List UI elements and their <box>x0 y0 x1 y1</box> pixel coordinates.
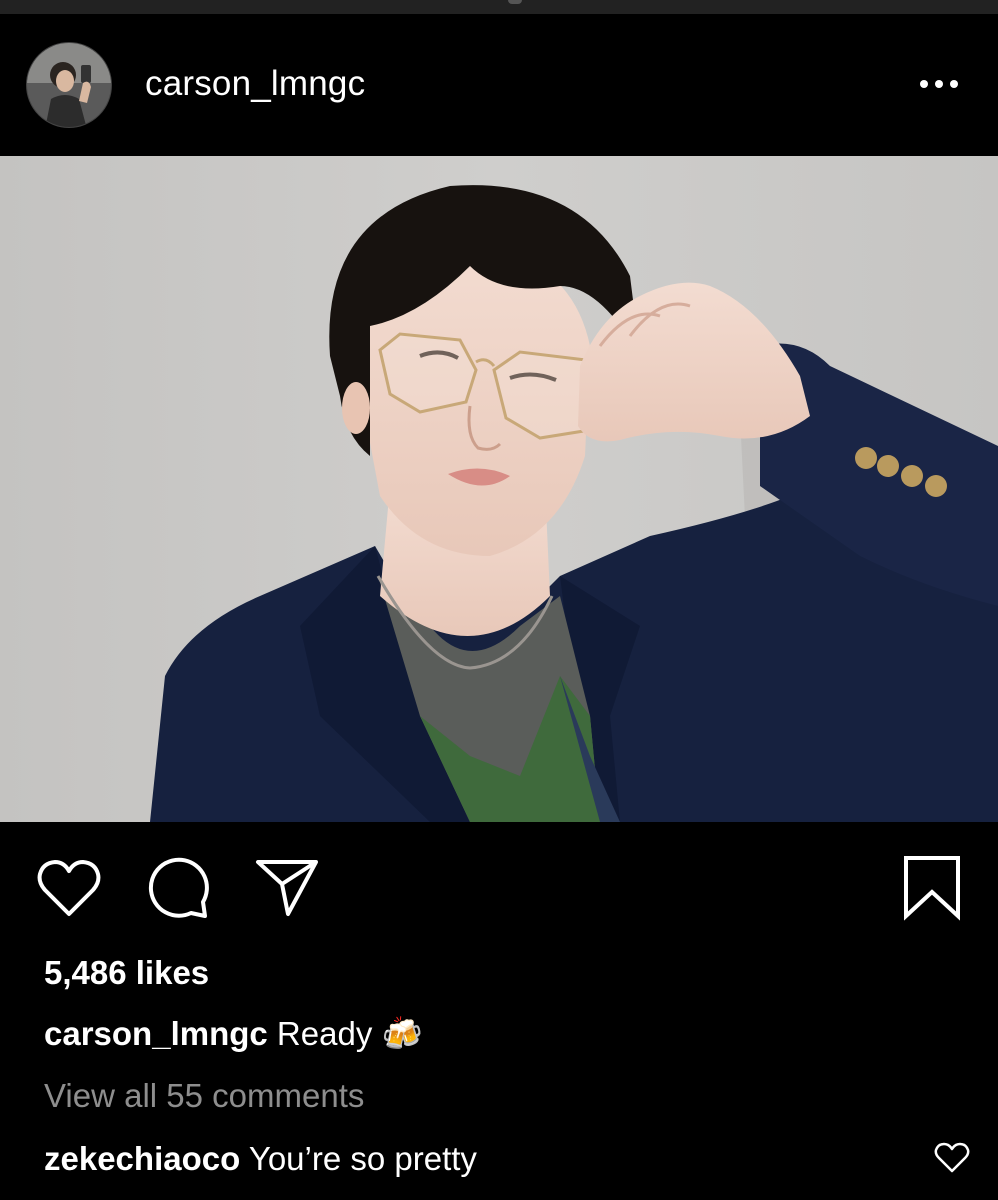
comment-text: You’re so pretty <box>248 1140 477 1177</box>
caption-username[interactable]: carson_lmngc <box>44 1015 268 1052</box>
status-bar <box>0 0 998 14</box>
avatar[interactable] <box>26 42 112 128</box>
comment-row: zekechiaoco You’re so pretty <box>44 1140 477 1178</box>
post-caption: carson_lmngc Ready 🍻 <box>44 1015 423 1054</box>
caption-text: Ready 🍻 <box>276 1015 423 1052</box>
comment-username[interactable]: zekechiaoco <box>44 1140 240 1177</box>
view-all-comments-link[interactable]: View all 55 comments <box>44 1077 364 1115</box>
post-header: carson_lmngc <box>0 14 998 156</box>
comment-icon[interactable] <box>145 856 211 920</box>
bookmark-icon[interactable] <box>902 854 962 922</box>
status-bar-notch <box>508 0 522 4</box>
heart-icon[interactable] <box>36 858 102 920</box>
more-options-icon[interactable] <box>910 69 970 99</box>
small-heart-icon[interactable] <box>934 1142 970 1174</box>
post-photo[interactable] <box>0 156 998 822</box>
post-author-username[interactable]: carson_lmngc <box>145 64 365 104</box>
paper-plane-icon[interactable] <box>254 856 320 920</box>
likes-count[interactable]: 5,486 likes <box>44 954 209 992</box>
post-actions <box>0 822 998 952</box>
